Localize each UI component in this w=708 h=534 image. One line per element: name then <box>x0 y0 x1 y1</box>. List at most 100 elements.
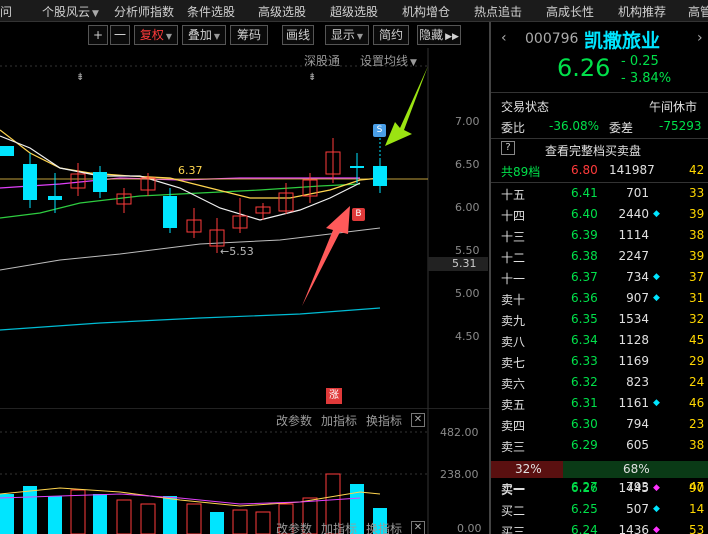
total-levels-count: 42 <box>689 163 705 177</box>
ask-level-row[interactable]: 卖十 6.36 907 31 ◆ <box>491 288 708 309</box>
ask-level-row[interactable]: 卖九 6.35 1534 32 <box>491 309 708 330</box>
display-button[interactable]: 显示 ▼ <box>325 25 369 45</box>
volume-chart[interactable]: 482.00 238.00 0.00 改参数 加指标 换指标 ✕ 改参数 加指标 换… <box>0 408 489 534</box>
edit-params-button-2[interactable]: 改参数 <box>276 520 312 534</box>
kline-chart[interactable]: ⇟ ⇟ 7.00 6.50 6.00 5.50 5.00 4.50 深股通 设置均线 ▼ 6… <box>0 48 489 408</box>
add-indicator-button[interactable]: 加指标 <box>321 412 357 429</box>
add-indicator-button-2[interactable]: 加指标 <box>321 520 357 534</box>
nav-item[interactable]: 问 <box>0 3 12 20</box>
bid-level-row[interactable]: 买二 6.25 507 14 ◆ <box>491 499 708 520</box>
level-label: 十二 <box>501 251 526 265</box>
level-volume: 701 <box>626 186 649 200</box>
level-volume: 1534 <box>618 312 649 326</box>
ask-level-row[interactable]: 卖五 6.31 1161 46 ◆ <box>491 393 708 414</box>
nav-item[interactable]: 高级选股 <box>258 3 306 20</box>
ratio-left: 32% <box>515 462 542 476</box>
level-label: 十五 <box>501 188 526 202</box>
ask-level-row[interactable]: 十五 6.41 701 33 <box>491 183 708 204</box>
hide-button[interactable]: 隐藏 ▶▶ <box>417 25 461 45</box>
ask-level-row[interactable]: 卖六 6.32 823 24 <box>491 372 708 393</box>
ask-level-row[interactable]: 十三 6.39 1114 38 <box>491 225 708 246</box>
level-volume: 605 <box>626 438 649 452</box>
chart-area: ⇟ ⇟ 7.00 6.50 6.00 5.50 5.00 4.50 深股通 设置均线 ▼ 6… <box>0 48 489 534</box>
limit-up-badge[interactable]: 涨 <box>326 388 342 404</box>
buy-signal-badge[interactable]: B <box>352 208 365 221</box>
green-arrow-annotation <box>385 66 428 146</box>
nav-item-label: 高成长性 <box>546 5 595 19</box>
nav-item[interactable]: 机构增仓 <box>402 3 450 20</box>
chevron-right-icon[interactable]: › <box>697 30 703 46</box>
edit-params-button[interactable]: 改参数 <box>276 412 312 429</box>
ask-level-row[interactable]: 十一 6.37 734 37 ◆ <box>491 267 708 288</box>
set-ma-button[interactable]: 设置均线 ▼ <box>360 52 417 69</box>
price-tick-label: 6.00 <box>455 201 480 214</box>
level-price: 6.25 <box>571 502 598 516</box>
price-tick-label: 4.50 <box>455 330 480 343</box>
switch-indicator-button[interactable]: 换指标 <box>366 412 402 429</box>
close-icon[interactable]: ✕ <box>411 521 425 534</box>
level-label: 十四 <box>501 209 526 223</box>
level-price: 6.35 <box>571 312 598 326</box>
fuquan-button[interactable]: 复权 ▼ <box>134 25 178 45</box>
volume-tick-label: 238.00 <box>440 468 479 481</box>
nav-item[interactable]: 高管 <box>688 3 708 20</box>
chevron-left-icon[interactable]: ‹ <box>501 30 507 46</box>
total-levels-volume: 141987 <box>609 163 655 177</box>
ratio-right: 68% <box>623 462 650 476</box>
level-label: 卖七 <box>501 356 526 370</box>
quote-header: ‹ 000796 凯撒旅业 › 6.26 - 0.25 - 3.84% <box>491 22 708 92</box>
price-tick-label: 6.50 <box>455 158 480 171</box>
level-volume: 1128 <box>618 333 649 347</box>
help-icon[interactable]: ? <box>501 141 515 155</box>
level-count: 24 <box>689 375 705 389</box>
nav-item[interactable]: 热点追击 <box>474 3 522 20</box>
red-arrow-annotation <box>302 206 350 306</box>
level-count: 31 <box>689 291 705 305</box>
ask-level-row[interactable]: 十二 6.38 2247 39 <box>491 246 708 267</box>
nav-item[interactable]: 条件选股 <box>187 3 235 20</box>
chevron-down-icon: ▼ <box>165 32 173 41</box>
ask-level-row[interactable]: 卖三 6.29 605 38 <box>491 435 708 456</box>
bid-level-row[interactable]: 买一 6.26 1445 90 ◆ <box>491 478 708 499</box>
level-price: 6.33 <box>571 354 598 368</box>
close-icon[interactable]: ✕ <box>411 413 425 427</box>
price-tick-label: 7.00 <box>455 115 480 128</box>
sell-signal-badge[interactable]: S <box>373 124 386 137</box>
draw-line-button[interactable]: 画线 <box>282 25 314 45</box>
ask-level-row[interactable]: 卖七 6.33 1169 29 <box>491 351 708 372</box>
top-nav-bar: 问 个股风云 ▼ 分析师指数 条件选股 高级选股 超级选股 机构增仓 热点追击 高成长性 机构推荐 高… <box>0 0 708 22</box>
zoom-out-button[interactable]: 一 <box>110 25 130 45</box>
level-count: 39 <box>689 207 705 221</box>
nav-item-label: 超级选股 <box>330 5 379 19</box>
nav-item-label: 条件选股 <box>187 5 236 19</box>
overlay-button[interactable]: 叠加 ▼ <box>182 25 226 45</box>
trade-status-label: 交易状态 <box>501 100 550 114</box>
nav-item[interactable]: 机构推荐 <box>618 3 666 20</box>
level-label: 卖三 <box>501 440 526 454</box>
set-ma-label: 设置均线 <box>360 54 409 68</box>
ask-level-row[interactable]: 卖四 6.30 794 23 <box>491 414 708 435</box>
nav-item[interactable]: 个股风云 ▼ <box>42 3 99 20</box>
price-change-pct: - 3.84% <box>621 71 672 86</box>
bid-level-row[interactable]: 买三 6.24 1436 53 ◆ <box>491 520 708 534</box>
ask-level-row[interactable]: 十四 6.40 2440 39 ◆ <box>491 204 708 225</box>
stock-name: 凯撒旅业 <box>584 30 661 52</box>
volume-tick-label: 482.00 <box>440 426 479 439</box>
level-count: 90 <box>689 481 705 495</box>
order-marker-icon: ◆ <box>653 398 660 408</box>
level-count: 53 <box>689 523 705 534</box>
level-price: 6.37 <box>571 270 598 284</box>
ask-level-row[interactable]: 卖八 6.34 1128 45 <box>491 330 708 351</box>
switch-indicator-button-2[interactable]: 换指标 <box>366 520 402 534</box>
nav-item[interactable]: 分析师指数 <box>114 3 174 20</box>
nav-item-label: 个股风云 <box>42 5 91 19</box>
chips-button[interactable]: 筹码 <box>230 25 268 45</box>
nav-item[interactable]: 高成长性 <box>546 3 594 20</box>
full-book-link[interactable]: 查看完整档买卖盘 <box>545 142 641 159</box>
nav-item[interactable]: 超级选股 <box>330 3 378 20</box>
shengangtong-label[interactable]: 深股通 <box>304 52 340 69</box>
level-count: 39 <box>689 249 705 263</box>
full-book-row[interactable]: ? 查看完整档买卖盘 <box>491 139 708 160</box>
simple-mode-button[interactable]: 简约 <box>373 25 409 45</box>
zoom-in-button[interactable]: + <box>88 25 108 45</box>
